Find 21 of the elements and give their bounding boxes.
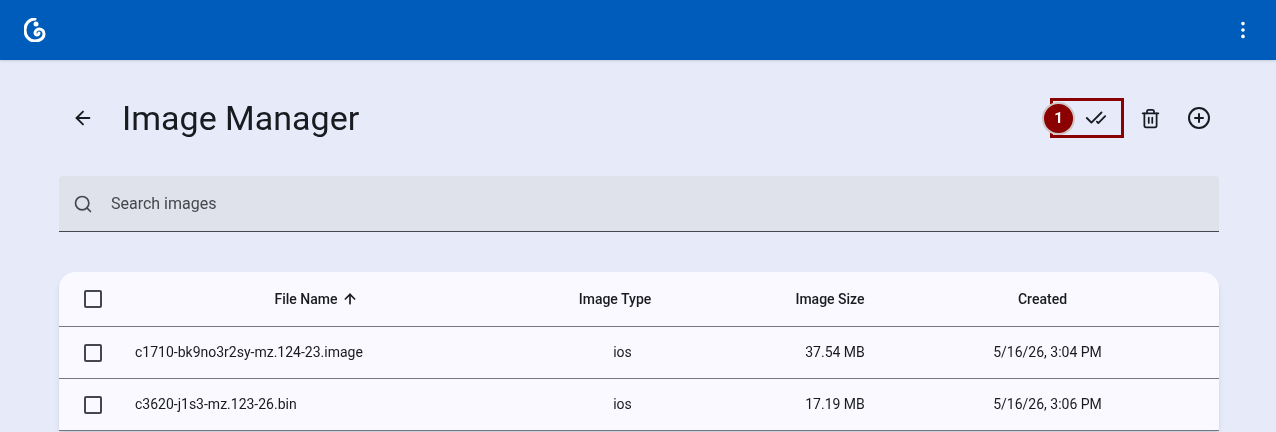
step-badge: 1 <box>1042 102 1075 135</box>
delete-icon[interactable] <box>1140 107 1161 129</box>
search-field[interactable]: Search images <box>59 176 1219 232</box>
column-header[interactable]: Image Type <box>578 288 652 310</box>
table-cell: c1710-bk9no3r2sy-mz.124-23.image <box>135 344 363 360</box>
table-cell: 17.19 MB <box>805 396 865 412</box>
checkbox[interactable] <box>84 395 102 414</box>
column-header[interactable]: File Name <box>274 288 358 310</box>
table-cell: ios <box>613 396 632 412</box>
table-cell: ios <box>613 344 632 360</box>
column-header[interactable]: Created <box>1017 288 1068 310</box>
page-title: Image Manager <box>122 101 360 135</box>
add-icon[interactable] <box>1187 106 1211 130</box>
search-icon <box>73 194 93 214</box>
table-cell: 5/16/26, 3:06 PM <box>993 396 1102 412</box>
table-cell: c3620-j1s3-mz.123-26.bin <box>135 396 297 412</box>
checkbox[interactable] <box>84 343 102 362</box>
checkbox[interactable] <box>84 290 102 308</box>
table-cell: 5/16/26, 3:04 PM <box>993 344 1102 360</box>
table-cell: 37.54 MB <box>805 344 865 360</box>
column-header[interactable]: Image Size <box>795 288 865 310</box>
